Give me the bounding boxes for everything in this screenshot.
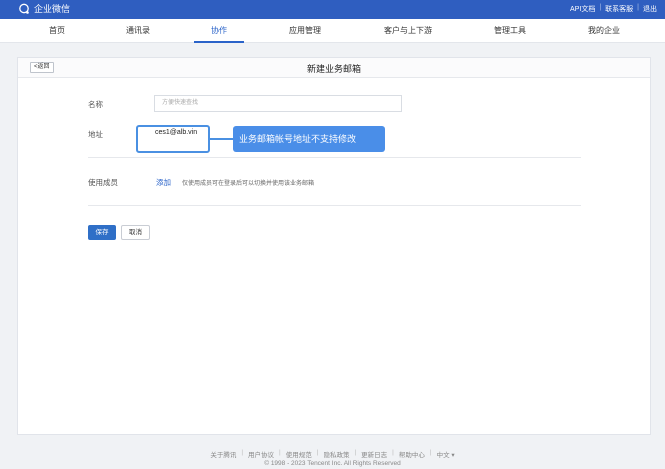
nav-item-home[interactable]: 首页: [34, 19, 80, 43]
nav-item-customers[interactable]: 客户与上下游: [375, 19, 441, 43]
footer-link-privacy[interactable]: 隐私政策: [323, 449, 349, 459]
add-members-link[interactable]: 添加: [156, 177, 171, 188]
content-card: <返回 新建业务邮箱: [17, 57, 651, 435]
nav-item-collaboration[interactable]: 协作: [196, 19, 242, 43]
name-input[interactable]: 方便快速查找: [154, 95, 402, 112]
footer-link-usage-rules[interactable]: 使用规范: [286, 449, 312, 459]
address-tooltip: 业务邮箱帐号地址不支持修改: [233, 126, 385, 152]
members-label: 使用成员: [88, 178, 118, 187]
footer-link-user-agreement[interactable]: 用户协议: [248, 449, 274, 459]
nav-item-contacts[interactable]: 通讯录: [115, 19, 161, 43]
api-docs-link[interactable]: API文档: [570, 4, 595, 14]
divider: [88, 157, 581, 158]
members-hint: 仅使用成员可在登录后可以切换并使用该业务邮箱: [182, 181, 315, 187]
page-title: 新建业务邮箱: [306, 64, 361, 74]
footer-links: 关于腾讯 | 用户协议 | 使用规范 | 隐私政策 | 更新日志 | 帮助中心 …: [0, 449, 665, 459]
footer-link-changelog[interactable]: 更新日志: [361, 449, 387, 459]
separator: |: [392, 449, 394, 456]
separator: |: [279, 449, 281, 456]
separator: |: [637, 4, 639, 11]
contact-support-link[interactable]: 联系客服: [605, 4, 633, 14]
address-label: 地址: [88, 130, 103, 139]
wecom-logo-icon: [19, 3, 29, 14]
address-value: ces1@alb.vin: [155, 129, 198, 136]
separator: |: [599, 4, 602, 11]
logout-link[interactable]: 退出: [643, 4, 657, 14]
main-nav: 首页 通讯录 协作 应用管理 客户与上下游 管理工具 我的企业: [0, 19, 665, 43]
card-header: <返回 新建业务邮箱: [18, 58, 650, 78]
footer-link-about[interactable]: 关于腾讯: [210, 449, 236, 459]
save-button[interactable]: 保存: [88, 225, 116, 240]
tooltip-connector: [210, 138, 234, 140]
nav-item-management-tools[interactable]: 管理工具: [485, 19, 535, 43]
nav-item-my-enterprise[interactable]: 我的企业: [579, 19, 629, 43]
top-bar: 企业微信 API文档 | 联系客服 | 退出: [0, 0, 665, 19]
separator: |: [316, 449, 319, 456]
copyright: © 1998 - 2023 Tencent Inc. All Rights Re…: [264, 460, 401, 467]
app-name: 企业微信: [34, 4, 71, 14]
separator: |: [241, 449, 244, 456]
language-select[interactable]: 中文 ▾: [437, 449, 455, 459]
top-links: API文档 | 联系客服 | 退出: [570, 4, 657, 14]
nav-item-app-management[interactable]: 应用管理: [280, 19, 330, 43]
divider: [88, 205, 581, 206]
separator: |: [354, 449, 357, 456]
name-label: 名称: [88, 100, 103, 109]
brand[interactable]: 企业微信: [18, 2, 70, 15]
cancel-button[interactable]: 取消: [121, 225, 150, 240]
separator: |: [429, 449, 432, 456]
footer-link-help-center[interactable]: 帮助中心: [399, 449, 425, 459]
